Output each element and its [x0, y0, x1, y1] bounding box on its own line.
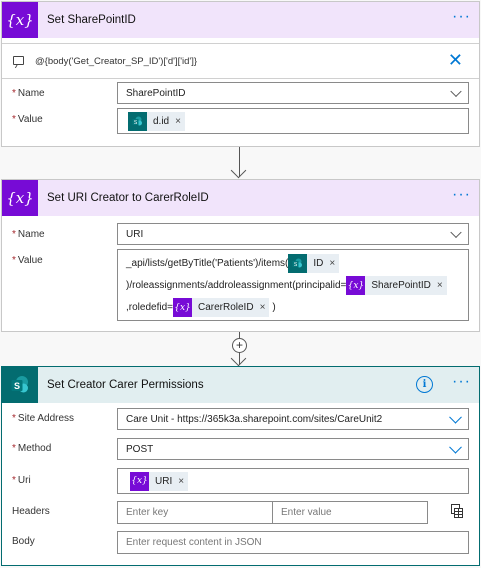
- action-card-set-uri: {x} Set URI Creator to CarerRoleID ··· *…: [1, 179, 480, 332]
- token-uri[interactable]: {x} URI ×: [130, 471, 189, 491]
- close-icon[interactable]: ✕: [448, 50, 463, 71]
- expression-bar: @{body('Get_Creator_SP_ID')['d']['id']} …: [2, 43, 479, 79]
- site-address-label: * Site Address: [12, 413, 75, 424]
- value-label: * Value: [12, 255, 43, 266]
- card-header[interactable]: {x} Set SharePointID ···: [2, 2, 479, 38]
- sharepoint-icon: S: [128, 111, 147, 131]
- card-header[interactable]: {x} Set URI Creator to CarerRoleID ···: [2, 180, 479, 216]
- variable-icon: {x}: [130, 471, 149, 491]
- name-dropdown[interactable]: URI: [117, 223, 469, 245]
- token-id[interactable]: S ID ×: [288, 254, 340, 273]
- token-label: URI: [155, 475, 173, 487]
- arrow-down-icon: [230, 350, 247, 367]
- uri-label: * Uri: [12, 475, 31, 486]
- info-icon[interactable]: i: [416, 376, 433, 393]
- name-value: SharePointID: [126, 87, 186, 99]
- variable-icon: {x}: [346, 276, 366, 295]
- value-input[interactable]: S d.id ×: [117, 108, 469, 134]
- value-label: * Value: [12, 114, 43, 125]
- name-value: URI: [126, 228, 144, 240]
- sharepoint-icon: S: [288, 254, 308, 273]
- method-value: POST: [126, 443, 154, 455]
- card-header[interactable]: S Set Creator Carer Permissions i ···: [2, 367, 479, 403]
- headers-value-placeholder: Enter value: [281, 507, 332, 518]
- chevron-down-icon: [450, 226, 462, 239]
- more-icon[interactable]: ···: [452, 374, 471, 390]
- remove-token-icon[interactable]: ×: [437, 280, 443, 291]
- name-label: * Name: [12, 229, 45, 240]
- card-title: Set URI Creator to CarerRoleID: [47, 192, 209, 204]
- method-dropdown[interactable]: POST: [117, 438, 469, 460]
- remove-token-icon[interactable]: ×: [175, 116, 181, 127]
- value-text-line2: )/roleassignments/addroleassignment(prin…: [126, 280, 347, 291]
- token-sharepointid[interactable]: {x} SharePointID ×: [346, 276, 447, 295]
- remove-token-icon[interactable]: ×: [329, 258, 335, 269]
- more-icon[interactable]: ···: [452, 187, 471, 203]
- chevron-down-icon: [450, 85, 462, 98]
- chevron-down-icon: [449, 440, 462, 454]
- expression-text: @{body('Get_Creator_SP_ID')['d']['id']}: [35, 56, 198, 67]
- chevron-down-icon: [449, 410, 462, 424]
- svg-text:S: S: [14, 381, 20, 391]
- method-label: * Method: [12, 443, 52, 454]
- token-label: ID: [313, 258, 324, 269]
- value-text-line1: _api/lists/getByTitle('Patients')/items(: [126, 258, 289, 269]
- action-card-set-sharepointid: {x} Set SharePointID ··· @{body('Get_Cre…: [1, 1, 480, 147]
- remove-token-icon[interactable]: ×: [178, 476, 184, 487]
- variable-icon: {x}: [2, 2, 38, 38]
- card-title: Set SharePointID: [47, 14, 136, 26]
- headers-key-placeholder: Enter key: [126, 507, 169, 518]
- variable-icon: {x}: [172, 298, 192, 317]
- token-label: CarerRoleID: [197, 302, 254, 313]
- sharepoint-icon: S: [2, 367, 38, 403]
- arrow-down-icon: [230, 162, 247, 179]
- table-mode-icon[interactable]: [451, 504, 463, 518]
- site-address-value: Care Unit - https://365k3a.sharepoint.co…: [126, 413, 383, 425]
- body-placeholder: Enter request content in JSON: [126, 537, 262, 548]
- site-address-dropdown[interactable]: Care Unit - https://365k3a.sharepoint.co…: [117, 408, 469, 430]
- body-label: Body: [12, 536, 35, 547]
- remove-token-icon[interactable]: ×: [260, 302, 266, 313]
- value-input[interactable]: _api/lists/getByTitle('Patients')/items(…: [117, 249, 469, 321]
- token-label: d.id: [153, 115, 170, 127]
- card-title: Set Creator Carer Permissions: [47, 379, 204, 391]
- headers-key-input[interactable]: Enter key: [117, 501, 273, 524]
- headers-value-input[interactable]: Enter value: [272, 501, 428, 524]
- token-label: SharePointID: [371, 280, 431, 291]
- headers-label: Headers: [12, 506, 50, 517]
- token-d-id[interactable]: S d.id ×: [128, 111, 185, 131]
- body-input[interactable]: Enter request content in JSON: [117, 531, 469, 554]
- variable-icon: {x}: [2, 180, 38, 216]
- value-text-line3: ,roledefid=: [126, 302, 173, 313]
- name-label: * Name: [12, 88, 45, 99]
- action-card-sharepoint-http: S Set Creator Carer Permissions i ··· * S…: [1, 366, 480, 566]
- comment-icon: [13, 56, 24, 65]
- more-icon[interactable]: ···: [452, 9, 471, 25]
- uri-input[interactable]: {x} URI ×: [117, 468, 469, 494]
- name-dropdown[interactable]: SharePointID: [117, 82, 469, 104]
- token-carerroleid[interactable]: {x} CarerRoleID ×: [172, 298, 270, 317]
- value-text-tail: ): [272, 302, 276, 313]
